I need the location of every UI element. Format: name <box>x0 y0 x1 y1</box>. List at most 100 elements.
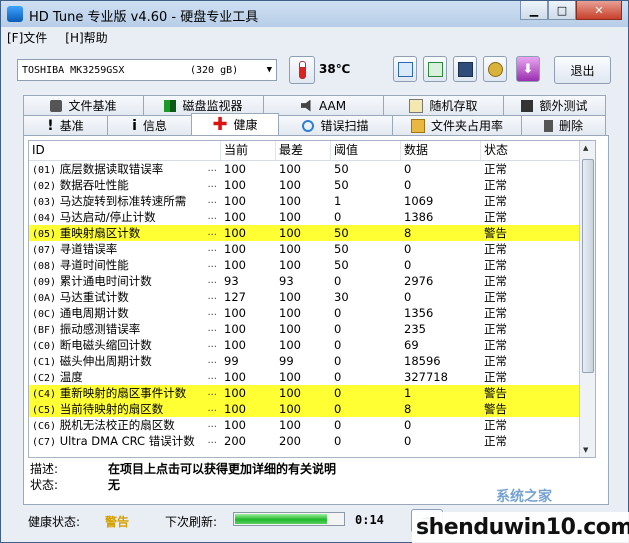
table-row[interactable]: (C6) 脱机无法校正的扇区数... 100 100 0 0 正常 <box>29 417 595 433</box>
table-row[interactable]: (01) 底层数据读取错误率... 100 100 50 0 正常 <box>29 161 595 177</box>
table-row[interactable]: (C4) 重新映射的扇区事件计数... 100 100 0 1 警告 <box>29 385 595 401</box>
tab-file-benchmark[interactable]: 文件基准 <box>23 95 144 115</box>
cell-data: 1 <box>404 386 412 400</box>
table-row[interactable]: (04) 马达启动/停止计数... 100 100 0 1386 正常 <box>29 209 595 225</box>
table-row[interactable]: (C1) 磁头伸出周期计数... 99 99 0 18596 正常 <box>29 353 595 369</box>
download-icon: ⬇ <box>522 61 534 77</box>
attr-name: 寻道错误率 <box>59 242 118 256</box>
cell-threshold: 50 <box>334 226 349 240</box>
cell-data: 8 <box>404 402 412 416</box>
health-status-label: 健康状态: <box>28 515 81 529</box>
cell-threshold: 0 <box>334 386 342 400</box>
cell-worst: 93 <box>279 274 294 288</box>
main-window: HD Tune 专业版 v4.60 - 硬盘专业工具 ▁ □ ✕ [F]文件 [… <box>0 0 629 543</box>
attr-code: (0A) <box>32 293 57 304</box>
attr-name: 底层数据读取错误率 <box>59 162 164 176</box>
table-row[interactable]: (05) 重映射扇区计数... 100 100 50 8 警告 <box>29 225 595 241</box>
attr-code: (02) <box>32 181 57 192</box>
table-row[interactable]: (C5) 当前待映射的扇区数... 100 100 0 8 警告 <box>29 401 595 417</box>
tabs-bottom-row: ! 基准 i 信息 ✚ 健康 错误扫描 文件夹占用率 删除 <box>23 113 606 135</box>
settings-button[interactable] <box>483 56 507 82</box>
cell-status: 正常 <box>484 322 507 336</box>
cell-status: 正常 <box>484 290 507 304</box>
col-id[interactable]: ID <box>29 141 221 160</box>
table-row[interactable]: (BF) 振动感测错误率... 100 100 0 235 正常 <box>29 321 595 337</box>
menu-file[interactable]: [F]文件 <box>7 29 47 49</box>
cell-worst: 100 <box>279 194 301 208</box>
attr-code: (C7) <box>32 437 57 448</box>
cell-data: 0 <box>404 178 412 192</box>
exit-button[interactable]: 退出 <box>554 56 611 84</box>
table-row[interactable]: (C0) 断电磁头缩回计数... 100 100 0 69 正常 <box>29 337 595 353</box>
truncation-dots: ... <box>207 403 217 414</box>
tab-random-access[interactable]: 随机存取 <box>383 95 504 115</box>
cell-current: 100 <box>224 338 246 352</box>
col-threshold[interactable]: 阈值 <box>331 141 401 160</box>
cell-worst: 100 <box>279 242 301 256</box>
attr-name: 寻道时间性能 <box>59 258 129 272</box>
menu-help[interactable]: [H]帮助 <box>65 29 107 49</box>
truncation-dots: ... <box>207 387 217 398</box>
tab-error-scan[interactable]: 错误扫描 <box>278 115 393 135</box>
attr-code: (09) <box>32 277 57 288</box>
watermark-logo-text: 系统之家 <box>496 489 552 505</box>
tab-folder-usage[interactable]: 文件夹占用率 <box>392 115 522 135</box>
drive-select[interactable]: TOSHIBA MK3259GSX (320 gB) ▼ <box>17 59 277 81</box>
cell-worst: 99 <box>279 354 294 368</box>
cell-data: 0 <box>404 258 412 272</box>
save-button[interactable] <box>453 56 477 82</box>
scroll-thumb[interactable] <box>582 159 594 373</box>
col-status[interactable]: 状态 <box>481 141 595 160</box>
tab-health[interactable]: ✚ 健康 <box>191 113 279 135</box>
maximize-button[interactable]: □ <box>548 1 576 20</box>
cell-id: (C4) 重新映射的扇区事件计数... <box>29 385 221 401</box>
tab-erase[interactable]: 删除 <box>521 115 606 135</box>
benchmark-icon <box>50 99 63 112</box>
cell-threshold: 50 <box>334 178 349 192</box>
cell-threshold: 50 <box>334 258 349 272</box>
col-worst[interactable]: 最差 <box>276 141 331 160</box>
cell-threshold: 0 <box>334 434 342 448</box>
status-label: 状态: <box>30 478 59 492</box>
minimize-button[interactable]: ▁ <box>520 1 548 20</box>
tab-aam[interactable]: AAM <box>263 95 384 115</box>
cell-threshold: 50 <box>334 162 349 176</box>
table-row[interactable]: (0C) 通电周期计数... 100 100 0 1356 正常 <box>29 305 595 321</box>
cell-id: (C7) Ultra DMA CRC 错误计数... <box>29 433 221 449</box>
close-button[interactable]: ✕ <box>576 1 622 20</box>
table-row[interactable]: (03) 马达旋转到标准转速所需... 100 100 1 1069 正常 <box>29 193 595 209</box>
table-row[interactable]: (02) 数据吞吐性能... 100 100 50 0 正常 <box>29 177 595 193</box>
scroll-down-icon[interactable]: ▼ <box>583 446 588 454</box>
tab-disk-monitor[interactable]: 磁盘监视器 <box>143 95 264 115</box>
col-data[interactable]: 数据 <box>401 141 481 160</box>
cell-threshold: 0 <box>334 402 342 416</box>
attr-name: 磁头伸出周期计数 <box>59 354 152 368</box>
table-row[interactable]: (C2) 温度... 100 100 0 327718 正常 <box>29 369 595 385</box>
cell-status: 正常 <box>484 274 507 288</box>
cell-current: 100 <box>224 162 246 176</box>
vertical-scrollbar[interactable]: ▲ ▼ <box>579 141 595 457</box>
status-value: 无 <box>108 478 121 492</box>
copy-button[interactable] <box>393 56 417 82</box>
table-row[interactable]: (08) 寻道时间性能... 100 100 50 0 正常 <box>29 257 595 273</box>
table-row[interactable]: (07) 寻道错误率... 100 100 50 0 正常 <box>29 241 595 257</box>
truncation-dots: ... <box>207 275 217 286</box>
copy-all-button[interactable] <box>423 56 447 82</box>
attr-code: (08) <box>32 261 57 272</box>
cell-status: 警告 <box>484 402 507 416</box>
truncation-dots: ... <box>207 419 217 430</box>
title-bar[interactable]: HD Tune 专业版 v4.60 - 硬盘专业工具 ▁ □ ✕ <box>1 1 628 27</box>
table-row[interactable]: (0A) 马达重试计数... 127 100 30 0 正常 <box>29 289 595 305</box>
tab-extra-tests[interactable]: 额外测试 <box>503 95 606 115</box>
cell-id: (08) 寻道时间性能... <box>29 257 221 273</box>
table-row[interactable]: (C7) Ultra DMA CRC 错误计数... 200 200 0 0 正常 <box>29 433 595 449</box>
tab-benchmark[interactable]: ! 基准 <box>23 115 108 135</box>
col-current[interactable]: 当前 <box>221 141 276 160</box>
download-button[interactable]: ⬇ <box>516 56 540 82</box>
cell-current: 100 <box>224 402 246 416</box>
tab-info[interactable]: i 信息 <box>107 115 192 135</box>
table-row[interactable]: (09) 累计通电时间计数... 93 93 0 2976 正常 <box>29 273 595 289</box>
scroll-up-icon[interactable]: ▲ <box>583 144 588 152</box>
cell-status: 警告 <box>484 226 507 240</box>
chevron-down-icon: ▼ <box>266 65 272 75</box>
